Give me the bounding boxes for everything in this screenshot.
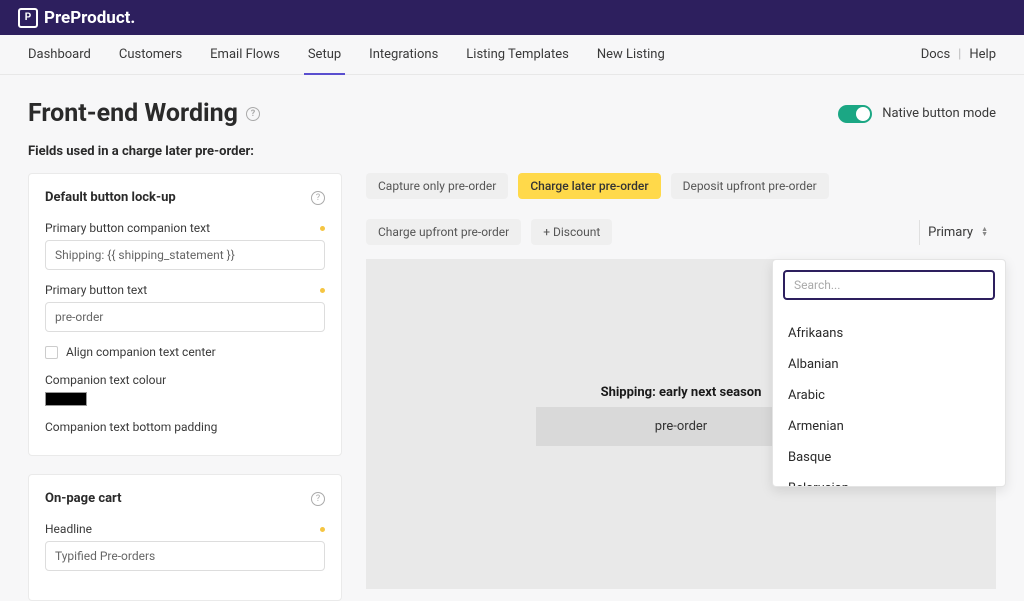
tab-charge-upfront[interactable]: Charge upfront pre-order bbox=[366, 219, 521, 245]
help-icon[interactable]: ? bbox=[246, 107, 260, 121]
main-panel: Capture only pre-order Charge later pre-… bbox=[366, 173, 996, 601]
logo-icon: P bbox=[18, 8, 38, 28]
toggle-label: Native button mode bbox=[882, 106, 996, 121]
button-text-input[interactable] bbox=[45, 302, 325, 332]
indicator-dot bbox=[320, 226, 325, 231]
companion-text-input[interactable] bbox=[45, 240, 325, 270]
card-header: On-page cart ? bbox=[45, 491, 325, 506]
native-mode-toggle-area: Native button mode bbox=[838, 105, 996, 123]
padding-label: Companion text bottom padding bbox=[45, 420, 217, 434]
tab-capture-only[interactable]: Capture only pre-order bbox=[366, 173, 508, 199]
nav-new-listing[interactable]: New Listing bbox=[583, 35, 679, 75]
brand-logo[interactable]: P PreProduct. bbox=[18, 8, 135, 28]
button-text-label: Primary button text bbox=[45, 283, 147, 297]
nav-integrations[interactable]: Integrations bbox=[355, 35, 452, 75]
brand-name: PreProduct. bbox=[44, 8, 135, 28]
nav-help[interactable]: Help bbox=[969, 47, 996, 62]
indicator-dot bbox=[320, 288, 325, 293]
page-header: Front-end Wording ? Native button mode bbox=[0, 75, 1024, 144]
content: Default button lock-up ? Primary button … bbox=[0, 173, 1024, 601]
card-button-lockup: Default button lock-up ? Primary button … bbox=[28, 173, 342, 456]
colour-swatch[interactable] bbox=[45, 392, 87, 406]
language-option[interactable]: Basque bbox=[783, 442, 995, 473]
primary-label: Primary bbox=[928, 225, 973, 240]
language-option[interactable]: Armenian bbox=[783, 411, 995, 442]
align-center-row[interactable]: Align companion text center bbox=[45, 345, 325, 359]
language-option[interactable]: Albanian bbox=[783, 349, 995, 380]
section-subtitle: Fields used in a charge later pre-order: bbox=[0, 144, 1024, 173]
language-option[interactable]: Afrikaans bbox=[783, 318, 995, 349]
headline-input[interactable] bbox=[45, 541, 325, 571]
help-icon[interactable]: ? bbox=[311, 492, 325, 506]
help-icon[interactable]: ? bbox=[311, 191, 325, 205]
tab-deposit-upfront[interactable]: Deposit upfront pre-order bbox=[671, 173, 829, 199]
native-mode-toggle[interactable] bbox=[838, 105, 872, 123]
tab-charge-later[interactable]: Charge later pre-order bbox=[518, 173, 660, 199]
nav-dashboard[interactable]: Dashboard bbox=[28, 35, 105, 75]
preview-companion-text: Shipping: early next season bbox=[601, 385, 762, 400]
card-title: On-page cart bbox=[45, 491, 122, 506]
card-title: Default button lock-up bbox=[45, 190, 176, 205]
nav-divider: | bbox=[958, 47, 961, 62]
sort-icon: ▲▼ bbox=[981, 227, 988, 237]
button-preview: Shipping: early next season pre-order Af… bbox=[366, 259, 996, 589]
language-search-input[interactable] bbox=[783, 270, 995, 300]
card-header: Default button lock-up ? bbox=[45, 190, 325, 205]
nav-customers[interactable]: Customers bbox=[105, 35, 196, 75]
companion-text-label: Primary button companion text bbox=[45, 221, 210, 235]
app-header: P PreProduct. bbox=[0, 0, 1024, 35]
language-dropdown: Afrikaans Albanian Arabic Armenian Basqu… bbox=[772, 259, 1006, 487]
nav-email-flows[interactable]: Email Flows bbox=[196, 35, 294, 75]
nav-right: Docs | Help bbox=[921, 47, 996, 62]
nav-listing-templates[interactable]: Listing Templates bbox=[452, 35, 583, 75]
nav-docs[interactable]: Docs bbox=[921, 47, 950, 62]
indicator-dot bbox=[320, 527, 325, 532]
align-center-checkbox[interactable] bbox=[45, 346, 58, 359]
language-option[interactable]: Arabic bbox=[783, 380, 995, 411]
align-center-label: Align companion text center bbox=[66, 345, 216, 359]
primary-select[interactable]: Primary ▲▼ bbox=[919, 220, 996, 245]
colour-label: Companion text colour bbox=[45, 373, 166, 387]
preorder-type-tabs: Capture only pre-order Charge later pre-… bbox=[366, 173, 996, 245]
card-on-page-cart: On-page cart ? Headline bbox=[28, 474, 342, 601]
headline-label: Headline bbox=[45, 522, 92, 536]
nav-setup[interactable]: Setup bbox=[294, 35, 355, 75]
tab-discount[interactable]: + Discount bbox=[531, 219, 612, 245]
page-title: Front-end Wording ? bbox=[28, 99, 260, 128]
main-nav: Dashboard Customers Email Flows Setup In… bbox=[0, 35, 1024, 75]
language-option[interactable]: Belarusian bbox=[783, 473, 995, 487]
settings-sidebar: Default button lock-up ? Primary button … bbox=[28, 173, 342, 601]
